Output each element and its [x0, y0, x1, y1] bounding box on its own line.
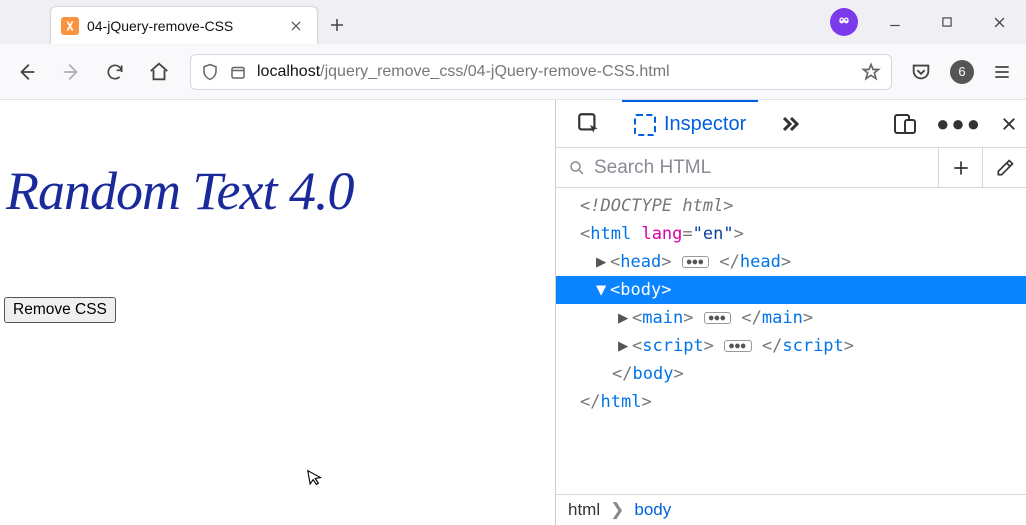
tab-inspector-label: Inspector [664, 113, 746, 136]
devtools-close-icon[interactable] [1000, 115, 1018, 133]
element-picker-icon[interactable] [564, 100, 614, 148]
tree-script[interactable]: ▶<script> ●●● </script> [556, 332, 1026, 360]
content-area: Random Text 4.0 Remove CSS Inspector ●●● [0, 100, 1026, 525]
remove-css-button[interactable]: Remove CSS [4, 297, 116, 323]
tree-body-open[interactable]: ▼<body> [556, 276, 1026, 304]
account-badge[interactable]: 6 [950, 60, 974, 84]
dom-tree[interactable]: <!DOCTYPE html> <html lang="en"> ▶<head>… [556, 188, 1026, 494]
shield-icon[interactable] [201, 62, 219, 82]
tab-inspector[interactable]: Inspector [622, 100, 758, 148]
tree-doctype[interactable]: <!DOCTYPE html> [556, 192, 1026, 220]
mouse-cursor-icon [304, 465, 326, 490]
back-button[interactable] [14, 59, 40, 85]
tab-title: 04-jQuery-remove-CSS [87, 18, 281, 34]
tree-main[interactable]: ▶<main> ●●● </main> [556, 304, 1026, 332]
new-tab-button[interactable] [318, 6, 356, 44]
window-minimize-icon[interactable] [880, 7, 910, 37]
pocket-icon[interactable] [910, 61, 932, 83]
app-menu-icon[interactable] [992, 62, 1012, 82]
search-placeholder: Search HTML [594, 157, 711, 179]
home-button[interactable] [146, 59, 172, 85]
tree-body-close[interactable]: </body> [556, 360, 1026, 388]
responsive-mode-icon[interactable] [892, 112, 918, 136]
chevron-right-icon: ❯ [610, 500, 624, 520]
browser-tab[interactable]: 04-jQuery-remove-CSS [50, 6, 318, 44]
crumb-html[interactable]: html [568, 500, 600, 520]
devtools-search-row: Search HTML [556, 148, 1026, 188]
page-viewport: Random Text 4.0 Remove CSS [0, 100, 555, 525]
bookmark-star-icon[interactable] [861, 62, 881, 82]
extension-badge-icon[interactable] [830, 8, 858, 36]
devtools-overflow-icon[interactable] [766, 100, 814, 148]
breadcrumb: html ❯ body [556, 494, 1026, 525]
devtools-toolbar: Inspector ●●● [556, 100, 1026, 148]
xampp-favicon [61, 17, 79, 35]
tree-html-open[interactable]: <html lang="en"> [556, 220, 1026, 248]
address-bar[interactable]: localhost/jquery_remove_css/04-jQuery-re… [190, 54, 892, 90]
window-maximize-icon[interactable] [932, 7, 962, 37]
devtools-panel: Inspector ●●● Search HTML [555, 100, 1026, 525]
reload-button[interactable] [102, 59, 128, 85]
toolbar-right: 6 [910, 60, 1012, 84]
tab-close-icon[interactable] [289, 19, 307, 33]
tree-html-close[interactable]: </html> [556, 388, 1026, 416]
toolbar: localhost/jquery_remove_css/04-jQuery-re… [0, 44, 1026, 100]
tree-head[interactable]: ▶<head> ●●● </head> [556, 248, 1026, 276]
site-info-icon[interactable] [229, 63, 247, 81]
inspector-icon [634, 114, 656, 136]
crumb-body[interactable]: body [634, 500, 671, 520]
devtools-menu-icon[interactable]: ●●● [936, 111, 982, 137]
page-heading: Random Text 4.0 [6, 160, 555, 222]
tab-strip: 04-jQuery-remove-CSS [0, 0, 1026, 44]
window-controls [830, 0, 1026, 44]
search-icon [568, 159, 586, 177]
html-search-input[interactable]: Search HTML [556, 157, 938, 179]
eyedropper-icon[interactable] [982, 148, 1026, 188]
new-node-button[interactable] [938, 148, 982, 188]
forward-button [58, 59, 84, 85]
url-text: localhost/jquery_remove_css/04-jQuery-re… [257, 63, 670, 81]
window-close-icon[interactable] [984, 7, 1014, 37]
